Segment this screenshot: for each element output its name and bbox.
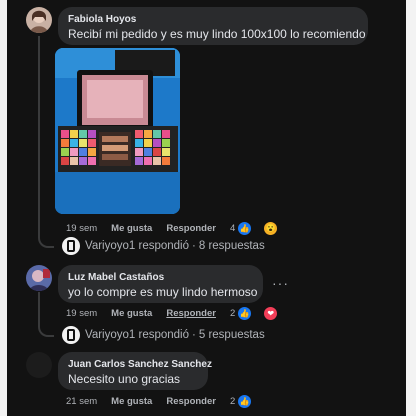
comment-text: Recibí mi pedido y es muy lindo 100x100 …: [68, 27, 366, 41]
right-frame-margin: [406, 0, 416, 416]
comment-photo[interactable]: [55, 48, 180, 214]
reaction-count: 4: [229, 222, 236, 234]
comment-time[interactable]: 19 sem: [66, 223, 97, 234]
thread-line: [38, 292, 54, 337]
reply-count: 5 respuestas: [198, 329, 265, 341]
wow-icon: 😮: [263, 220, 279, 236]
reply-button[interactable]: Responder: [166, 223, 216, 234]
like-icon: 👍: [237, 305, 253, 321]
thread-line: [38, 36, 54, 248]
like-icon: 👍: [237, 393, 253, 409]
like-icon: 👍: [237, 220, 253, 236]
comment-actions: 19 sem Me gusta Responder 4 👍 😮: [66, 220, 292, 236]
comment-text: yo lo compre es muy lindo hermoso: [68, 285, 258, 299]
comment-actions: 19 sem Me gusta Responder 2 👍 ❤: [66, 305, 292, 321]
reaction-summary[interactable]: 2 👍 ❤: [229, 305, 292, 321]
reply-count: 8 respuestas: [198, 240, 265, 252]
like-button[interactable]: Me gusta: [111, 223, 152, 234]
comment-bubble: Luz Mabel Castaños yo lo compre es muy l…: [58, 265, 263, 303]
replier-avatar: [62, 237, 80, 255]
reply-button[interactable]: Responder: [166, 308, 216, 319]
separator-dot: ·: [192, 240, 196, 252]
comment-bubble: Juan Carlos Sanchez Sanchez Necesito uno…: [58, 352, 212, 390]
comment-author[interactable]: Luz Mabel Castaños: [68, 271, 253, 284]
comment-time[interactable]: 19 sem: [66, 308, 97, 319]
comment-author[interactable]: Juan Carlos Sanchez Sanchez: [68, 358, 212, 371]
comment-time[interactable]: 21 sem: [66, 396, 97, 407]
comment-author[interactable]: Fabiola Hoyos: [68, 13, 358, 26]
comment-bubble: Fabiola Hoyos Recibí mi pedido y es muy …: [58, 7, 368, 45]
reaction-count: 2: [229, 395, 236, 407]
reaction-count: 2: [229, 307, 236, 319]
separator-dot: ·: [192, 329, 196, 341]
avatar[interactable]: [26, 265, 52, 291]
reply-button[interactable]: Responder: [166, 396, 216, 407]
left-frame-margin: [0, 0, 7, 416]
reaction-summary[interactable]: 4 👍 😮: [229, 220, 292, 236]
avatar[interactable]: [26, 7, 52, 33]
replier-avatar: [62, 326, 80, 344]
more-options-icon[interactable]: ···: [272, 275, 289, 291]
replied-verb: respondió: [138, 240, 190, 252]
replier-name: Variyoyo1: [85, 329, 136, 341]
like-button[interactable]: Me gusta: [111, 396, 152, 407]
replier-name: Variyoyo1: [85, 240, 136, 252]
view-replies-link[interactable]: Variyoyo1 respondió · 8 respuestas: [62, 237, 265, 255]
comment-text: Necesito uno gracias: [68, 372, 181, 386]
replied-verb: respondió: [138, 329, 190, 341]
like-button[interactable]: Me gusta: [111, 308, 152, 319]
avatar[interactable]: [26, 352, 52, 378]
comment-actions: 21 sem Me gusta Responder 2 👍: [66, 393, 266, 409]
love-icon: ❤: [263, 305, 279, 321]
view-replies-link[interactable]: Variyoyo1 respondió · 5 respuestas: [62, 326, 265, 344]
reaction-summary[interactable]: 2 👍: [229, 393, 266, 409]
comments-screen: Fabiola Hoyos Recibí mi pedido y es muy …: [0, 0, 416, 416]
